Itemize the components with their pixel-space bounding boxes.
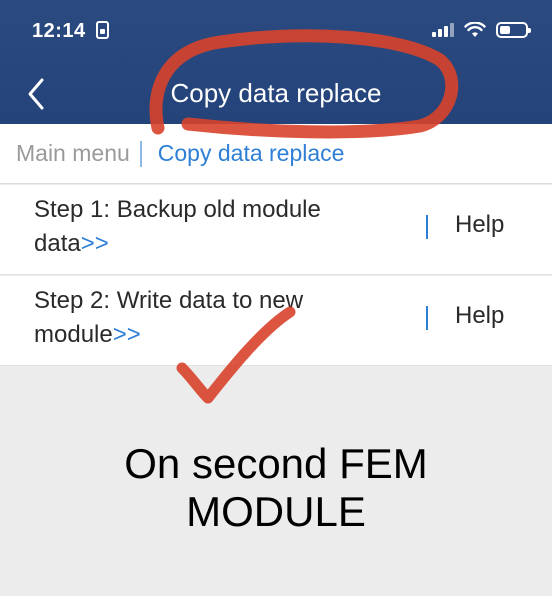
step-1-line1: Step 1: Backup old module xyxy=(34,196,321,223)
step-1-arrow: >> xyxy=(80,230,109,257)
step-1-divider xyxy=(426,215,428,239)
lock-icon xyxy=(95,21,109,39)
signal-icon xyxy=(432,23,454,37)
wifi-icon xyxy=(464,22,486,37)
status-icons xyxy=(432,22,531,38)
step-2-divider xyxy=(426,306,428,330)
step-1-label[interactable]: Step 1: Backup old module data>> xyxy=(34,193,394,261)
app-header: 12:14 Copy data replace xyxy=(0,0,552,124)
annotation-caption: On second FEM MODULE xyxy=(0,440,552,536)
step-1-help-button[interactable]: Help xyxy=(455,211,504,239)
status-time-text: 12:14 xyxy=(32,20,86,42)
page-title: Copy data replace xyxy=(170,78,382,108)
step-1-row[interactable]: Step 1: Backup old module data>> Help xyxy=(0,185,552,275)
breadcrumb: Main menu Copy data replace xyxy=(0,124,552,184)
battery-icon xyxy=(496,22,531,38)
breadcrumb-current: Copy data replace xyxy=(157,140,345,166)
step-2-help-button[interactable]: Help xyxy=(455,302,504,330)
step-2-line1: Step 2: Write data to new xyxy=(34,287,304,314)
status-time: 12:14 xyxy=(32,20,109,43)
breadcrumb-main-menu[interactable]: Main menu xyxy=(16,140,130,167)
breadcrumb-divider xyxy=(139,140,142,167)
caption-line1: On second FEM xyxy=(124,440,428,487)
step-2-arrow: >> xyxy=(112,321,141,348)
caption-line2: MODULE xyxy=(186,488,366,535)
step-1-line2: data xyxy=(34,230,81,257)
step-2-label[interactable]: Step 2: Write data to new module>> xyxy=(34,284,394,352)
step-2-row[interactable]: Step 2: Write data to new module>> Help xyxy=(0,276,552,366)
step-2-line2: module xyxy=(34,321,113,348)
